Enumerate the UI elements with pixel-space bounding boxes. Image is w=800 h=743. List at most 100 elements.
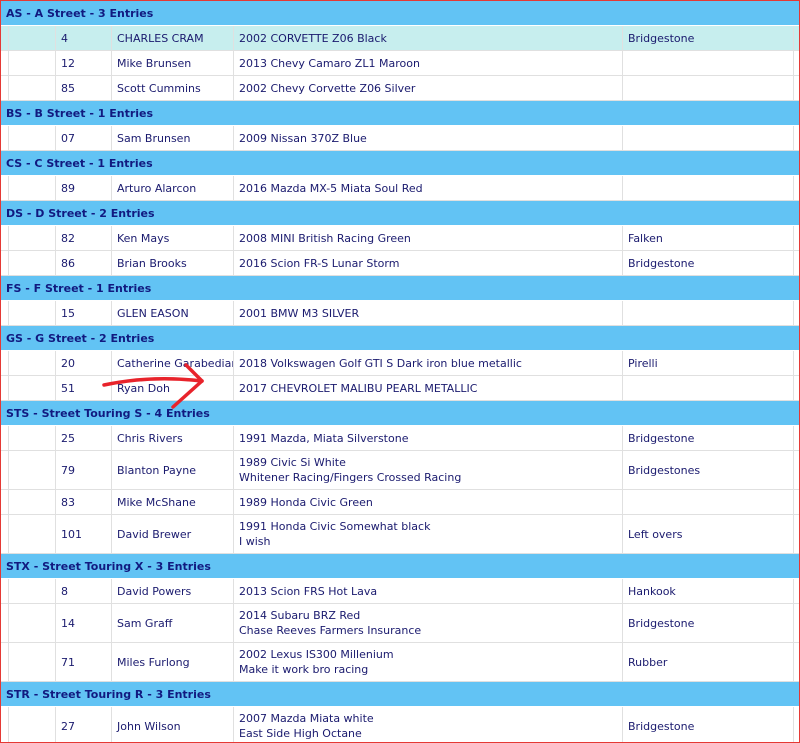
car-line: I wish — [239, 535, 271, 548]
edge-cell — [794, 26, 799, 50]
entry-row: 4 CHARLES CRAM 2002 CORVETTE Z06 Black Brid… — [1, 26, 799, 51]
spacer-cell — [1, 376, 9, 400]
edge-cell — [794, 226, 799, 250]
edge-cell — [794, 426, 799, 450]
car-line: 1989 Honda Civic Green — [239, 495, 373, 509]
driver-name: Blanton Payne — [112, 451, 234, 489]
edge-cell — [794, 176, 799, 200]
tire-brand — [623, 301, 794, 325]
spacer-cell — [1, 76, 9, 100]
car-line: 2001 BMW M3 SILVER — [239, 306, 360, 320]
car-number: 25 — [56, 426, 112, 450]
driver-name: Scott Cummins — [112, 76, 234, 100]
spacer-cell — [1, 176, 9, 200]
car-description: 2014 Subaru BRZ Red Chase Reeves Farmers … — [234, 604, 623, 642]
spacer-cell — [1, 643, 9, 681]
driver-name: Ken Mays — [112, 226, 234, 250]
car-description: 1989 Honda Civic Green — [234, 490, 623, 514]
entry-row: 82 Ken Mays 2008 MINI British Racing Green… — [1, 226, 799, 251]
car-number: 12 — [56, 51, 112, 75]
driver-name: CHARLES CRAM — [112, 26, 234, 50]
car-line: 2009 Nissan 370Z Blue — [239, 131, 367, 145]
driver-name: Miles Furlong — [112, 643, 234, 681]
entry-row: 12 Mike Brunsen 2013 Chevy Camaro ZL1 Maro… — [1, 51, 799, 76]
driver-name: David Brewer — [112, 515, 234, 553]
car-number: 85 — [56, 76, 112, 100]
driver-name: Mike McShane — [112, 490, 234, 514]
car-line: Whitener Racing/Fingers Crossed Racing — [239, 471, 462, 484]
car-number: 07 — [56, 126, 112, 150]
tire-brand: Hankook — [623, 579, 794, 603]
car-number: 79 — [56, 451, 112, 489]
tire-brand: Bridgestone — [623, 251, 794, 275]
tire-brand: Bridgestones — [623, 451, 794, 489]
car-number: 27 — [56, 707, 112, 742]
car-description: 2001 BMW M3 SILVER — [234, 301, 623, 325]
car-line: Chase Reeves Farmers Insurance — [239, 624, 422, 637]
car-description: 2002 Chevy Corvette Z06 Silver — [234, 76, 623, 100]
edge-cell — [794, 643, 799, 681]
spacer-cell — [1, 707, 9, 742]
car-description: 1991 Honda Civic Somewhat black I wish — [234, 515, 623, 553]
edge-cell — [794, 515, 799, 553]
car-line: 2016 Scion FR-S Lunar Storm — [239, 256, 400, 270]
car-description: 2017 CHEVROLET MALIBU PEARL METALLIC — [234, 376, 623, 400]
edge-cell — [794, 301, 799, 325]
car-line: 1991 Mazda, Miata Silverstone — [239, 431, 409, 445]
blank-cell — [9, 76, 56, 100]
driver-name: Ryan Doh — [112, 376, 234, 400]
edge-cell — [794, 76, 799, 100]
spacer-cell — [1, 579, 9, 603]
car-number: 83 — [56, 490, 112, 514]
blank-cell — [9, 351, 56, 375]
spacer-cell — [1, 604, 9, 642]
car-line: Make it work bro racing — [239, 663, 369, 676]
blank-cell — [9, 226, 56, 250]
entry-row: 27 John Wilson 2007 Mazda Miata white East … — [1, 707, 799, 742]
entry-row: 51 Ryan Doh 2017 CHEVROLET MALIBU PEARL ME… — [1, 376, 799, 401]
tire-brand — [623, 51, 794, 75]
car-number: 71 — [56, 643, 112, 681]
spacer-cell — [1, 51, 9, 75]
driver-name: GLEN EASON — [112, 301, 234, 325]
driver-name: John Wilson — [112, 707, 234, 742]
class-group-header: GS - G Street - 2 Entries — [1, 326, 799, 351]
tire-brand: Bridgestone — [623, 426, 794, 450]
edge-cell — [794, 376, 799, 400]
class-group-header: FS - F Street - 1 Entries — [1, 276, 799, 301]
class-group-header: AS - A Street - 3 Entries — [1, 1, 799, 26]
entry-row: 25 Chris Rivers 1991 Mazda, Miata Silverst… — [1, 426, 799, 451]
blank-cell — [9, 451, 56, 489]
blank-cell — [9, 643, 56, 681]
entry-row: 85 Scott Cummins 2002 Chevy Corvette Z06 S… — [1, 76, 799, 101]
blank-cell — [9, 707, 56, 742]
car-line: 2013 Scion FRS Hot Lava — [239, 584, 378, 598]
spacer-cell — [1, 126, 9, 150]
tire-brand — [623, 490, 794, 514]
car-description: 2016 Scion FR-S Lunar Storm — [234, 251, 623, 275]
class-group-header: STR - Street Touring R - 3 Entries — [1, 682, 799, 707]
tire-brand: Pirelli — [623, 351, 794, 375]
tire-brand — [623, 76, 794, 100]
spacer-cell — [1, 301, 9, 325]
blank-cell — [9, 604, 56, 642]
tire-brand: Left overs — [623, 515, 794, 553]
car-number: 8 — [56, 579, 112, 603]
blank-cell — [9, 301, 56, 325]
tire-brand — [623, 376, 794, 400]
car-number: 82 — [56, 226, 112, 250]
driver-name: Sam Graff — [112, 604, 234, 642]
edge-cell — [794, 451, 799, 489]
entry-row: 79 Blanton Payne 1989 Civic Si White Whiten… — [1, 451, 799, 490]
entry-row: 101 David Brewer 1991 Honda Civic Somewhat… — [1, 515, 799, 554]
entry-row: 83 Mike McShane 1989 Honda Civic Green — [1, 490, 799, 515]
car-line: 1991 Honda Civic Somewhat black — [239, 520, 431, 533]
driver-name: David Powers — [112, 579, 234, 603]
car-description: 1989 Civic Si White Whitener Racing/Finge… — [234, 451, 623, 489]
edge-cell — [794, 490, 799, 514]
blank-cell — [9, 126, 56, 150]
tire-brand: Bridgestone — [623, 604, 794, 642]
spacer-cell — [1, 226, 9, 250]
car-description: 2013 Scion FRS Hot Lava — [234, 579, 623, 603]
blank-cell — [9, 51, 56, 75]
